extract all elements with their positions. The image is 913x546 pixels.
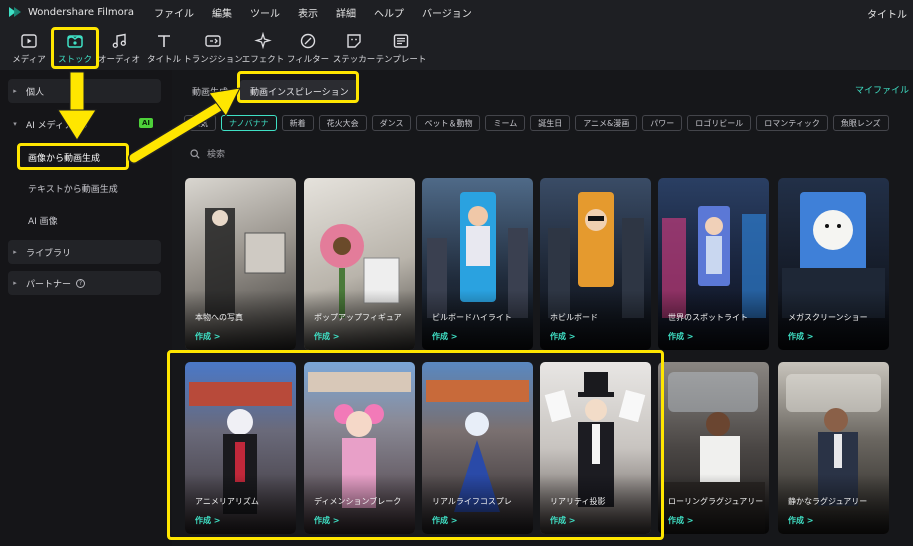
menu-advanced[interactable]: 詳細 xyxy=(336,5,356,20)
template-icon xyxy=(393,34,409,48)
caret-right-icon: ▸ xyxy=(13,279,17,287)
menu-bar: Wondershare Filmora ファイル 編集 ツール 表示 詳細 ヘル… xyxy=(0,0,913,24)
chip-power[interactable]: パワー xyxy=(642,115,683,131)
create-button[interactable]: 作成 > xyxy=(550,331,576,342)
toolbar: メディア ストック オーディオ タイトル トランジション エフェクト フィルター xyxy=(0,24,913,70)
chip-pets[interactable]: ペット＆動物 xyxy=(416,115,481,131)
ai-badge: AI xyxy=(138,118,153,128)
media-icon xyxy=(21,34,37,48)
caret-right-icon: ▸ xyxy=(13,87,17,95)
chip-fisheye[interactable]: 魚眼レンズ xyxy=(832,115,889,131)
template-card[interactable]: メガスクリーンショー 作成 > xyxy=(778,178,889,350)
help-icon[interactable]: ? xyxy=(76,278,86,288)
tool-template[interactable]: テンプレート xyxy=(376,24,426,70)
sidebar: ▸ 個人 ▾ AI メディア ? AI 画像から動画生成 テキストから動画生成 … xyxy=(0,70,172,546)
template-card[interactable]: ポップアップフィギュア 作成 > xyxy=(304,178,415,350)
caret-down-icon: ▾ xyxy=(13,120,17,128)
chip-birthday[interactable]: 誕生日 xyxy=(530,115,571,131)
my-files-link[interactable]: マイファイル xyxy=(855,83,909,96)
template-card[interactable]: リアルライフコスプレ 作成 > xyxy=(422,362,533,534)
tool-audio[interactable]: オーディオ xyxy=(98,24,140,70)
tool-filter[interactable]: フィルター xyxy=(287,24,329,70)
search-placeholder: 検索 xyxy=(207,150,226,160)
create-button[interactable]: 作成 > xyxy=(195,331,221,342)
template-card[interactable]: 世界のスポットライト 作成 > xyxy=(658,178,769,350)
caret-right-icon: ▸ xyxy=(13,248,17,256)
sticker-icon xyxy=(347,34,361,48)
sidebar-item-ai-image[interactable]: AI 画像 xyxy=(28,214,58,227)
template-card[interactable]: リアリティ投影 作成 > xyxy=(540,362,651,534)
menu-help[interactable]: ヘルプ xyxy=(374,5,404,20)
sidebar-item-image-to-video[interactable]: 画像から動画生成 xyxy=(28,151,100,164)
create-button[interactable]: 作成 > xyxy=(195,515,221,526)
chip-new[interactable]: 新着 xyxy=(281,115,314,131)
chip-fireworks[interactable]: 花火大会 xyxy=(318,115,367,131)
create-button[interactable]: 作成 > xyxy=(668,515,694,526)
app-title: Wondershare Filmora xyxy=(28,6,134,18)
create-button[interactable]: 作成 > xyxy=(550,515,576,526)
tool-sticker[interactable]: ステッカー xyxy=(333,24,375,70)
chip-romantic[interactable]: ロマンティック xyxy=(756,115,828,131)
template-card[interactable]: ホビルボード 作成 > xyxy=(540,178,651,350)
chip-dance[interactable]: ダンス xyxy=(371,115,412,131)
tool-transition[interactable]: トランジション xyxy=(183,24,243,70)
create-button[interactable]: 作成 > xyxy=(432,331,458,342)
tab-video-inspiration[interactable]: 動画インスピレーション xyxy=(240,80,359,103)
search-box[interactable]: 検索 xyxy=(190,147,225,160)
create-button[interactable]: 作成 > xyxy=(432,515,458,526)
create-button[interactable]: 作成 > xyxy=(314,515,340,526)
menu-view[interactable]: 表示 xyxy=(298,5,318,20)
menu-file[interactable]: ファイル xyxy=(154,5,194,20)
create-button[interactable]: 作成 > xyxy=(314,331,340,342)
chip-meme[interactable]: ミーム xyxy=(485,115,526,131)
effect-sparkle-icon xyxy=(254,32,272,50)
window-title: タイトル xyxy=(867,10,907,21)
sidebar-item-partner[interactable]: ▸ パートナー ? xyxy=(8,271,161,295)
menu-edit[interactable]: 編集 xyxy=(212,5,232,20)
menu-version[interactable]: バージョン xyxy=(422,5,472,20)
menu-tools[interactable]: ツール xyxy=(250,5,280,20)
chip-logo-reveal[interactable]: ロゴリビール xyxy=(687,115,752,131)
chip-anime[interactable]: アニメ&漫画 xyxy=(575,115,638,131)
sidebar-item-ai-media[interactable]: ▾ AI メディア ? AI xyxy=(8,112,161,136)
filmora-logo-icon xyxy=(6,4,24,20)
create-button[interactable]: 作成 > xyxy=(788,331,814,342)
search-icon xyxy=(190,148,200,159)
stock-icon xyxy=(67,35,83,48)
template-card[interactable]: ディメンションブレーク 作成 > xyxy=(304,362,415,534)
tool-title[interactable]: タイトル xyxy=(147,24,181,70)
tool-media[interactable]: メディア xyxy=(12,24,46,70)
chip-popular[interactable]: 人気 xyxy=(184,115,216,131)
filter-icon xyxy=(300,33,316,49)
music-note-icon xyxy=(112,33,126,48)
template-card[interactable]: 静かなラグジュアリー 作成 > xyxy=(778,362,889,534)
create-button[interactable]: 作成 > xyxy=(668,331,694,342)
help-icon[interactable]: ? xyxy=(78,119,88,129)
create-button[interactable]: 作成 > xyxy=(788,515,814,526)
title-T-icon xyxy=(158,35,170,47)
template-card[interactable]: アニメリアリズム 作成 > xyxy=(185,362,296,534)
chip-nano-banana[interactable]: ナノバナナ xyxy=(221,115,277,131)
category-chips: 人気 ナノバナナ 新着 花火大会 ダンス ペット＆動物 ミーム 誕生日 アニメ&… xyxy=(184,115,889,131)
sidebar-item-library[interactable]: ▸ ライブラリ xyxy=(8,240,161,264)
filmora-window: Wondershare Filmora ファイル 編集 ツール 表示 詳細 ヘル… xyxy=(0,0,913,546)
tool-effect[interactable]: エフェクト xyxy=(242,24,284,70)
template-card[interactable]: 本物への写真 作成 > xyxy=(185,178,296,350)
template-card[interactable]: ビルボードハイライト 作成 > xyxy=(422,178,533,350)
transition-icon xyxy=(205,35,221,47)
sidebar-item-personal[interactable]: ▸ 個人 xyxy=(8,79,161,103)
tool-stock[interactable]: ストック xyxy=(58,24,92,70)
sidebar-item-text-to-video[interactable]: テキストから動画生成 xyxy=(28,182,118,195)
template-card[interactable]: ローリングラグジュアリー 作成 > xyxy=(658,362,769,534)
tab-video-generation[interactable]: 動画生成 xyxy=(192,85,228,98)
